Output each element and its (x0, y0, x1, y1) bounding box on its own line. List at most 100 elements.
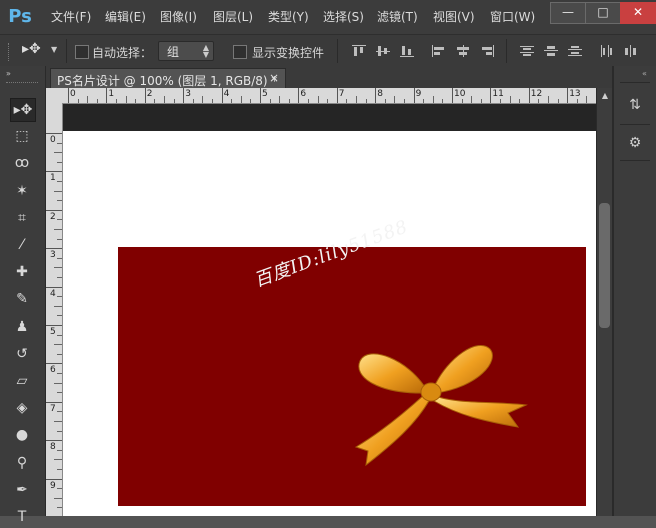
scroll-up-icon[interactable]: ▲ (599, 91, 611, 101)
tools-panel: » ▸✥ ⬚ ꝏ ✶ ⌗ ⁄ ✚ ✎ ♟ ↺ ▱ ◈ ● ⚲ ✒ T (0, 66, 46, 525)
collapse-panel-icon[interactable]: « (642, 69, 647, 78)
ruler-minor-tick (471, 96, 473, 103)
align-horizontal-centers-icon[interactable] (456, 45, 470, 57)
dodge-tool-icon[interactable]: ⚲ (10, 452, 34, 474)
ruler-tick (106, 88, 108, 103)
close-tab-icon[interactable]: × (269, 71, 279, 85)
ruler-tick-label: 4 (223, 89, 230, 99)
distribute-top-icon[interactable] (520, 45, 534, 57)
ruler-minor-tick (327, 99, 329, 103)
align-left-edges-icon[interactable] (432, 45, 446, 57)
ruler-minor-tick (432, 96, 434, 103)
photoshop-logo-icon: Ps (8, 6, 32, 27)
expand-icon[interactable]: » (6, 69, 11, 78)
history-panel-icon[interactable]: ⇅ (624, 94, 646, 116)
scrollbar-thumb[interactable] (599, 203, 610, 328)
ruler-origin[interactable] (46, 88, 63, 104)
properties-panel-icon[interactable]: ⚙ (624, 132, 646, 154)
menu-edit[interactable]: 编辑(E) (105, 8, 146, 25)
ruler-tick (46, 363, 62, 365)
align-top-edges-icon[interactable] (352, 45, 366, 57)
eyedropper-tool-icon[interactable]: ⁄ (10, 234, 34, 256)
ruler-minor-tick (538, 99, 540, 103)
auto-select-value: 组 (167, 45, 180, 59)
ruler-minor-tick (279, 96, 281, 103)
ruler-minor-tick (57, 488, 62, 490)
auto-select-checkbox[interactable] (75, 45, 89, 59)
ruler-tick (46, 401, 62, 403)
ruler-minor-tick (57, 219, 62, 221)
auto-select-dropdown[interactable]: 组 ▲ ▼ (158, 41, 214, 61)
clone-stamp-tool-icon[interactable]: ♟ (10, 316, 34, 338)
ruler-minor-tick (231, 99, 233, 103)
healing-brush-tool-icon[interactable]: ✚ (10, 261, 34, 283)
business-card-layer[interactable] (118, 247, 586, 506)
menu-type[interactable]: 类型(Y) (268, 8, 309, 25)
blur-tool-icon[interactable]: ● (10, 424, 34, 446)
ruler-minor-tick (54, 344, 62, 346)
eraser-tool-icon[interactable]: ▱ (10, 370, 34, 392)
distribute-left-icon[interactable] (600, 45, 614, 57)
history-brush-tool-icon[interactable]: ↺ (10, 343, 34, 365)
align-vertical-centers-icon[interactable] (376, 45, 390, 57)
ruler-minor-tick (461, 99, 463, 103)
pen-tool-icon[interactable]: ✒ (10, 479, 34, 501)
minimize-button[interactable]: — (550, 2, 586, 24)
ruler-tick (183, 88, 185, 103)
brush-tool-icon[interactable]: ✎ (10, 288, 34, 310)
updown-arrows-icon: ▲ ▼ (202, 43, 209, 59)
ruler-minor-tick (202, 96, 204, 103)
distribute-vertical-centers-icon[interactable] (544, 45, 558, 57)
ruler-tick (46, 440, 62, 442)
move-tool-preset-icon[interactable]: ▸✥ (22, 41, 41, 57)
auto-select-label: 自动选择： (92, 46, 153, 60)
panel-grip[interactable] (620, 82, 650, 83)
panel-grip[interactable] (6, 82, 38, 85)
type-tool-icon[interactable]: T (10, 506, 34, 528)
horizontal-ruler[interactable]: 0 1 2 3 4 5 6 7 8 9 10 11 12 13 (62, 88, 596, 104)
options-bar-grip[interactable] (8, 43, 11, 61)
align-right-edges-icon[interactable] (480, 45, 494, 57)
menu-file[interactable]: 文件(F) (51, 8, 91, 25)
ruler-minor-tick (57, 142, 62, 144)
distribute-horizontal-centers-icon[interactable] (624, 45, 638, 57)
ruler-minor-tick (57, 411, 62, 413)
ruler-tick (452, 88, 453, 103)
ruler-tick-label: 5 (262, 89, 268, 99)
ruler-minor-tick (317, 96, 319, 103)
document-tab[interactable]: PS名片设计 @ 100% (图层 1, RGB/8) * × (50, 68, 286, 89)
close-window-button[interactable]: ✕ (620, 2, 656, 24)
ruler-minor-tick (54, 459, 62, 461)
move-tool-icon[interactable]: ▸✥ (10, 98, 36, 122)
ruler-minor-tick (57, 277, 62, 278)
menu-view[interactable]: 视图(V) (433, 8, 475, 25)
crop-tool-icon[interactable]: ⌗ (10, 207, 34, 229)
ruler-tick (46, 248, 62, 250)
gold-bow-image (354, 344, 528, 467)
maximize-button[interactable]: □ (585, 2, 621, 24)
ruler-minor-tick (116, 99, 117, 103)
menu-layer[interactable]: 图层(L) (213, 8, 253, 25)
ruler-minor-tick (442, 99, 444, 103)
menu-filter[interactable]: 滤镜(T) (377, 8, 418, 25)
show-transform-checkbox[interactable] (233, 45, 247, 59)
ruler-minor-tick (57, 200, 62, 202)
ruler-minor-tick (288, 99, 290, 103)
ruler-minor-tick (154, 99, 156, 103)
distribute-bottom-icon[interactable] (568, 45, 582, 57)
chevron-down-icon[interactable]: ▼ (51, 45, 57, 54)
paint-bucket-tool-icon[interactable]: ◈ (10, 397, 34, 419)
ruler-tick-label: 12 (530, 89, 543, 99)
marquee-tool-icon[interactable]: ⬚ (10, 125, 34, 147)
magic-wand-tool-icon[interactable]: ✶ (10, 180, 34, 202)
menu-select[interactable]: 选择(S) (323, 8, 364, 25)
vertical-ruler[interactable]: 0 1 2 3 4 5 6 7 8 9 (46, 103, 63, 516)
menu-image[interactable]: 图像(I) (160, 8, 197, 25)
document-tab-bar: » PS名片设计 @ 100% (图层 1, RGB/8) * × (6, 66, 612, 89)
menu-window[interactable]: 窗口(W) (490, 8, 535, 25)
align-bottom-edges-icon[interactable] (400, 45, 414, 57)
ruler-minor-tick (57, 469, 62, 470)
vertical-scrollbar[interactable]: ▲ (596, 88, 613, 516)
ruler-tick (144, 88, 146, 103)
lasso-tool-icon[interactable]: ꝏ (10, 152, 34, 174)
